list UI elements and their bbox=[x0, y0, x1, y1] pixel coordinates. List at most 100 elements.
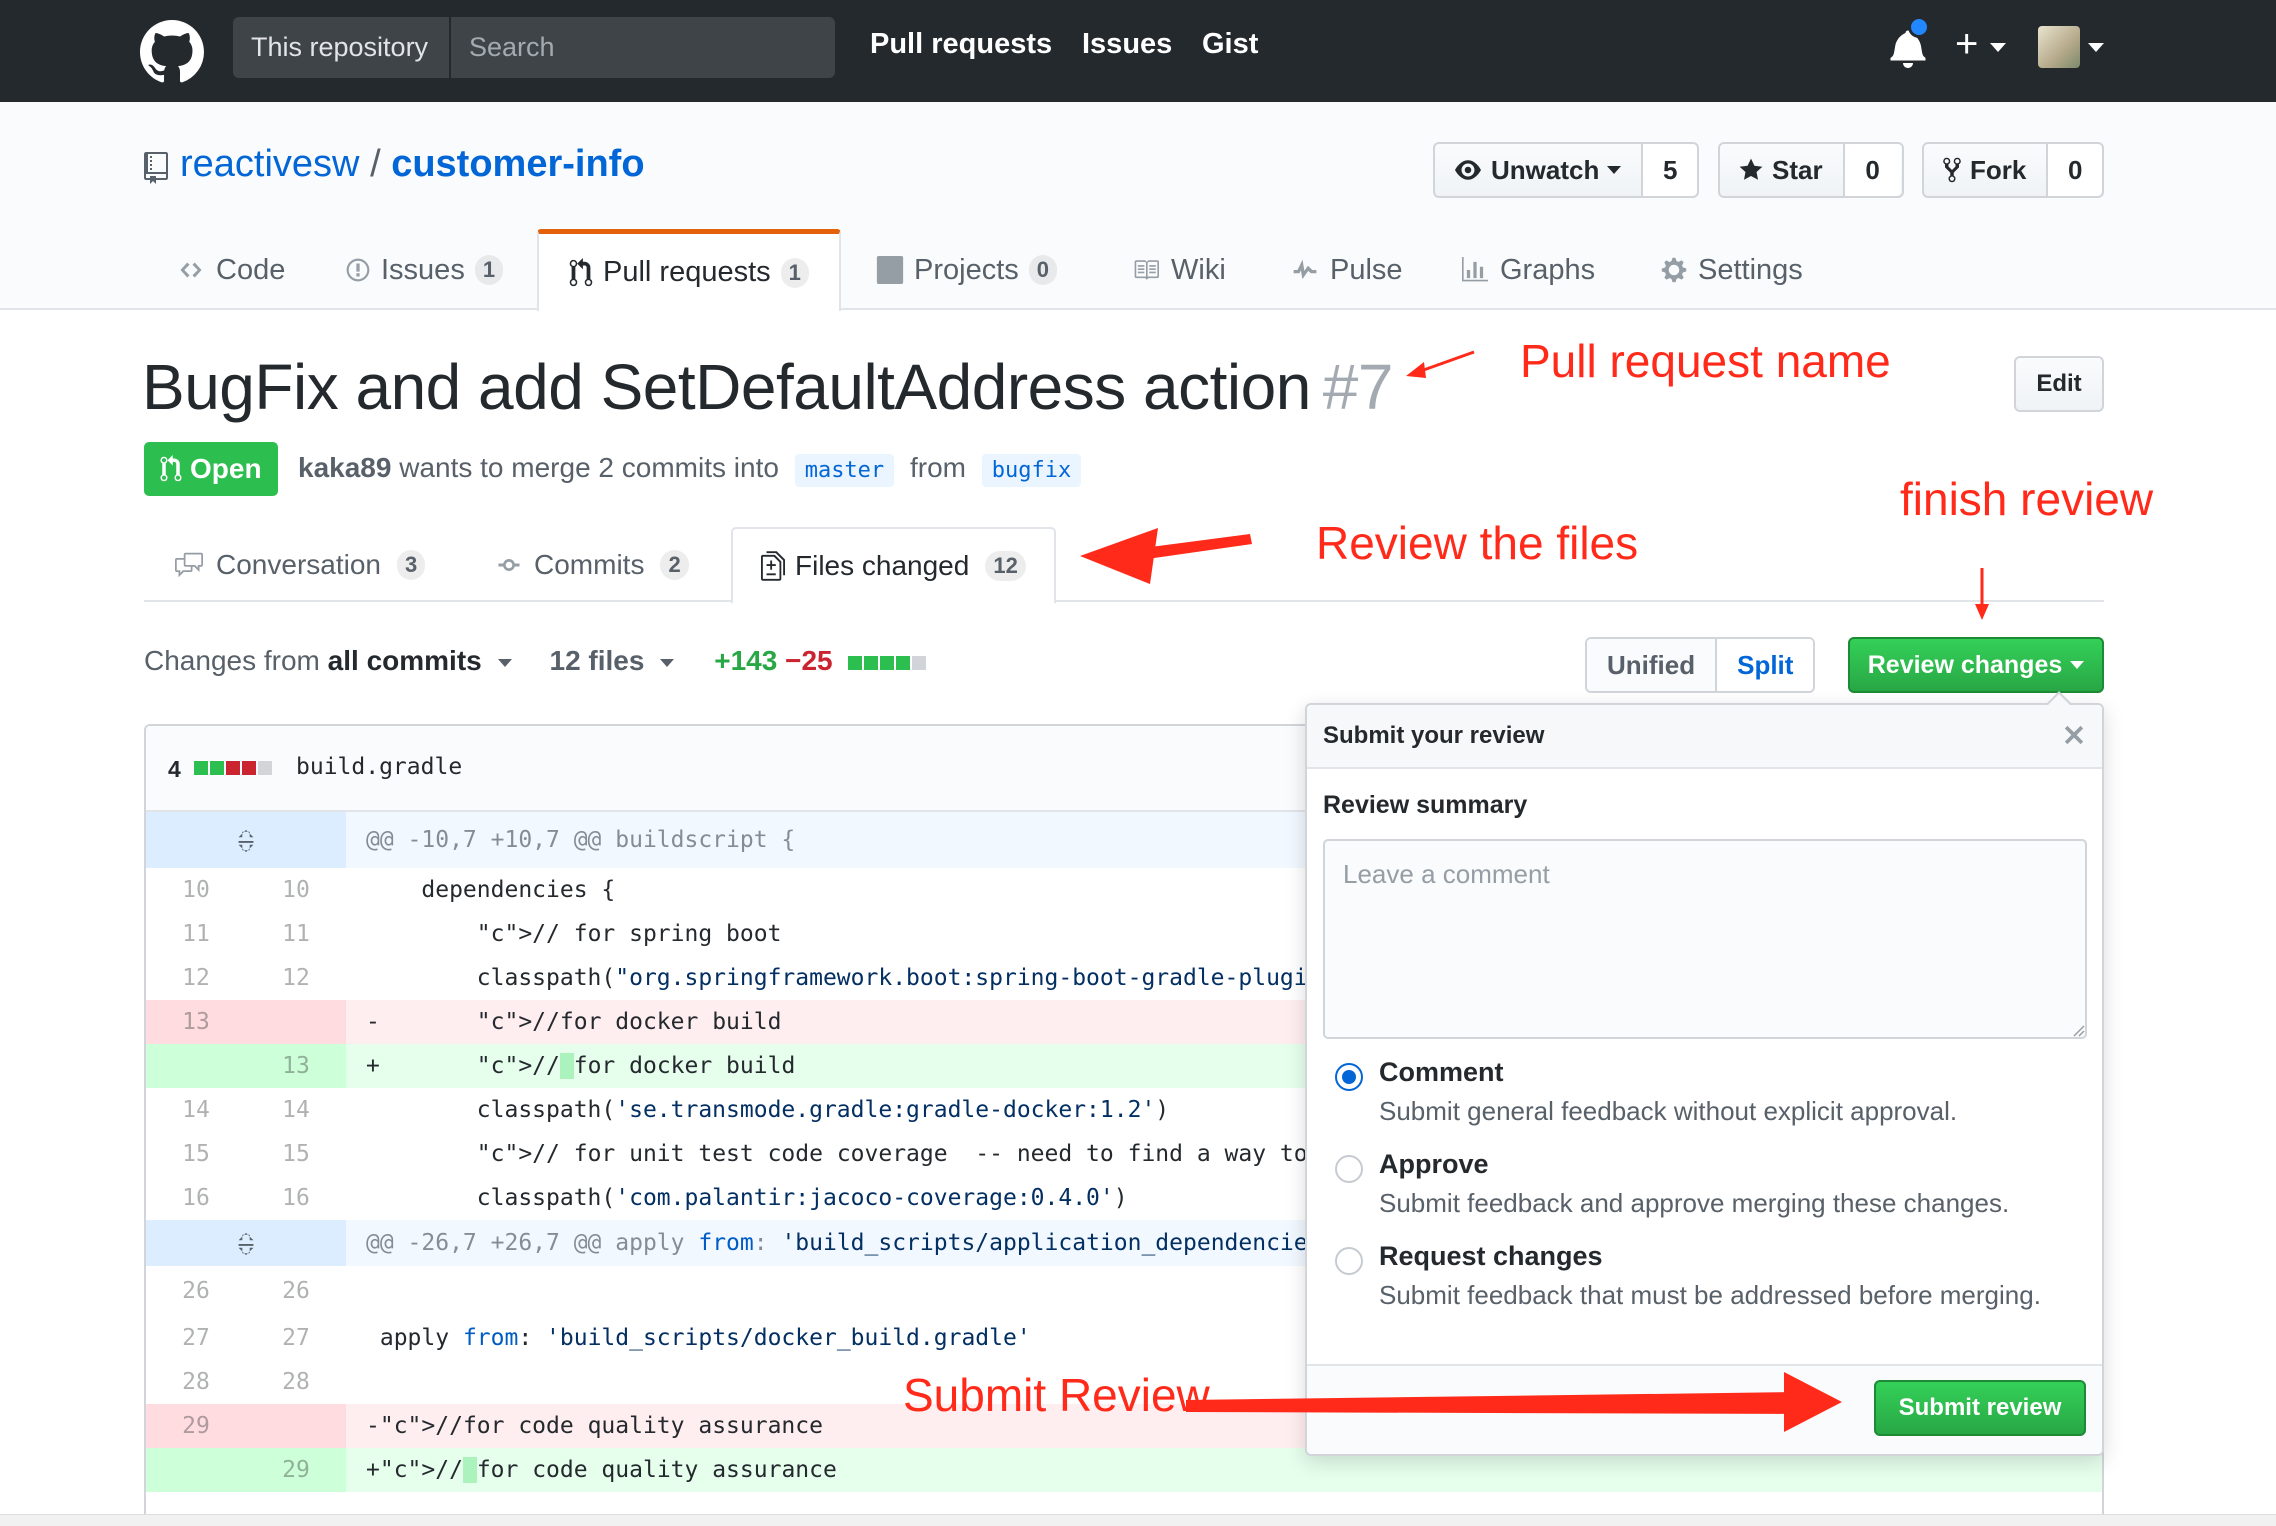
comment-discussion-icon bbox=[175, 552, 203, 577]
popover-title: Submit your review bbox=[1323, 722, 1545, 749]
watchers-count[interactable]: 5 bbox=[1643, 144, 1697, 196]
diffstat-block bbox=[848, 655, 863, 670]
old-line-number[interactable]: 10 bbox=[146, 868, 246, 912]
search-input[interactable] bbox=[453, 17, 833, 78]
diff-view-toggle: Unified Split bbox=[1585, 637, 1816, 693]
files-dropdown[interactable]: 12 files bbox=[550, 645, 675, 677]
tab-wiki[interactable]: Wiki bbox=[1131, 230, 1226, 310]
new-line-number[interactable] bbox=[246, 1000, 346, 1044]
search-scope-label[interactable]: This repository bbox=[233, 17, 451, 78]
diffstat-block bbox=[210, 760, 224, 775]
tab-projects[interactable]: Projects 0 bbox=[876, 230, 1058, 310]
old-line-number[interactable]: 15 bbox=[146, 1132, 246, 1176]
old-line-number[interactable]: 12 bbox=[146, 956, 246, 1000]
tab-settings[interactable]: Settings bbox=[1660, 230, 1803, 310]
old-line-number[interactable]: 11 bbox=[146, 912, 246, 956]
close-icon[interactable] bbox=[2060, 721, 2088, 749]
tab-label: Pull requests bbox=[603, 256, 771, 288]
radio-comment[interactable] bbox=[1335, 1063, 1363, 1091]
new-line-number[interactable]: 13 bbox=[246, 1044, 346, 1088]
tab-code[interactable]: Code bbox=[176, 230, 285, 310]
old-line-number[interactable]: 13 bbox=[146, 1000, 246, 1044]
stargazers-count[interactable]: 0 bbox=[1844, 144, 1901, 196]
new-line-number[interactable]: 14 bbox=[246, 1088, 346, 1132]
new-line-number[interactable]: 28 bbox=[246, 1360, 346, 1404]
tab-commits[interactable]: Commits 2 bbox=[494, 527, 689, 602]
horizontal-scrollbar[interactable] bbox=[0, 1514, 2276, 1526]
split-view-button[interactable]: Split bbox=[1717, 639, 1814, 691]
author-link[interactable]: kaka89 bbox=[298, 452, 391, 483]
fork-button[interactable]: Fork bbox=[1924, 144, 2049, 196]
expand-icon[interactable] bbox=[146, 1220, 346, 1266]
tab-label: Conversation bbox=[216, 548, 381, 580]
head-branch[interactable]: bugfix bbox=[981, 454, 1082, 487]
option-title: Request changes bbox=[1379, 1241, 1603, 1271]
new-line-number[interactable]: 12 bbox=[246, 956, 346, 1000]
review-changes-label: Review changes bbox=[1867, 650, 2063, 679]
review-summary-label: Review summary bbox=[1323, 791, 1528, 819]
old-line-number[interactable] bbox=[146, 1448, 246, 1492]
fork-icon bbox=[1943, 157, 1961, 183]
new-line-number[interactable]: 15 bbox=[246, 1132, 346, 1176]
create-new-menu[interactable]: + bbox=[1955, 22, 1978, 67]
graph-icon bbox=[1462, 257, 1488, 282]
unwatch-button[interactable]: Unwatch bbox=[1435, 144, 1644, 196]
radio-request-changes[interactable] bbox=[1335, 1247, 1363, 1275]
repo-owner-link[interactable]: reactivesw bbox=[180, 143, 360, 185]
new-line-number[interactable]: 11 bbox=[246, 912, 346, 956]
submit-review-button[interactable]: Submit review bbox=[1874, 1380, 2086, 1436]
old-line-number[interactable] bbox=[146, 1044, 246, 1088]
old-line-number[interactable]: 14 bbox=[146, 1088, 246, 1132]
tab-graphs[interactable]: Graphs bbox=[1460, 230, 1595, 310]
page-title: BugFix and add SetDefaultAddress action #… bbox=[142, 350, 1393, 424]
new-line-number[interactable]: 26 bbox=[246, 1266, 346, 1316]
old-line-number[interactable]: 29 bbox=[146, 1404, 246, 1448]
new-line-number[interactable]: 29 bbox=[246, 1448, 346, 1492]
expand-icon[interactable] bbox=[146, 812, 346, 868]
tab-label: Projects bbox=[914, 253, 1019, 286]
additions-count: +143 bbox=[714, 645, 778, 676]
diffstat-block bbox=[226, 760, 240, 775]
edit-title-button[interactable]: Edit bbox=[2014, 356, 2104, 412]
new-line-number[interactable]: 16 bbox=[246, 1176, 346, 1220]
base-branch[interactable]: master bbox=[794, 454, 895, 487]
changes-from-dropdown[interactable]: Changes from all commits bbox=[144, 645, 512, 677]
repo-name-link[interactable]: customer-info bbox=[391, 143, 644, 185]
nav-pull-requests[interactable]: Pull requests bbox=[870, 28, 1052, 61]
issues-counter: 1 bbox=[474, 255, 504, 285]
repo-icon bbox=[144, 152, 168, 184]
review-changes-button[interactable]: Review changes bbox=[1848, 637, 2104, 693]
diff-toolbar: Changes from all commits 12 files +143 −… bbox=[144, 645, 928, 677]
new-line-number[interactable] bbox=[246, 1404, 346, 1448]
repo-title: reactivesw / customer-info bbox=[180, 143, 645, 186]
star-button[interactable]: Star bbox=[1720, 144, 1845, 196]
tab-pull-requests[interactable]: Pull requests 1 bbox=[537, 229, 841, 311]
new-line-number[interactable]: 27 bbox=[246, 1316, 346, 1360]
radio-approve[interactable] bbox=[1335, 1155, 1363, 1183]
tab-conversation[interactable]: Conversation 3 bbox=[172, 527, 426, 602]
changes-from-label: Changes from bbox=[144, 645, 320, 676]
user-avatar[interactable] bbox=[2038, 26, 2080, 68]
nav-issues[interactable]: Issues bbox=[1082, 28, 1172, 61]
file-name[interactable]: build.gradle bbox=[296, 754, 462, 780]
popover-footer: Submit review bbox=[1307, 1364, 2102, 1454]
old-line-number[interactable]: 27 bbox=[146, 1316, 246, 1360]
old-line-number[interactable]: 28 bbox=[146, 1360, 246, 1404]
issue-opened-icon bbox=[346, 258, 370, 282]
nav-gist[interactable]: Gist bbox=[1202, 28, 1258, 61]
new-line-number[interactable]: 10 bbox=[246, 868, 346, 912]
tab-files-changed[interactable]: Files changed 12 bbox=[731, 527, 1056, 604]
old-line-number[interactable]: 26 bbox=[146, 1266, 246, 1316]
tab-pulse[interactable]: Pulse bbox=[1290, 230, 1403, 310]
forks-count[interactable]: 0 bbox=[2048, 144, 2102, 196]
option-description: Submit feedback and approve merging thes… bbox=[1379, 1188, 2010, 1218]
resize-grip-icon[interactable] bbox=[2069, 1021, 2085, 1037]
star-icon bbox=[1739, 158, 1763, 180]
chevron-down-icon bbox=[660, 658, 675, 667]
review-comment-input[interactable] bbox=[1323, 839, 2087, 1039]
tab-issues[interactable]: Issues 1 bbox=[345, 230, 504, 310]
github-logo-icon[interactable] bbox=[140, 20, 204, 84]
unified-view-button[interactable]: Unified bbox=[1587, 639, 1718, 691]
git-pull-request-icon bbox=[569, 257, 593, 286]
old-line-number[interactable]: 16 bbox=[146, 1176, 246, 1220]
